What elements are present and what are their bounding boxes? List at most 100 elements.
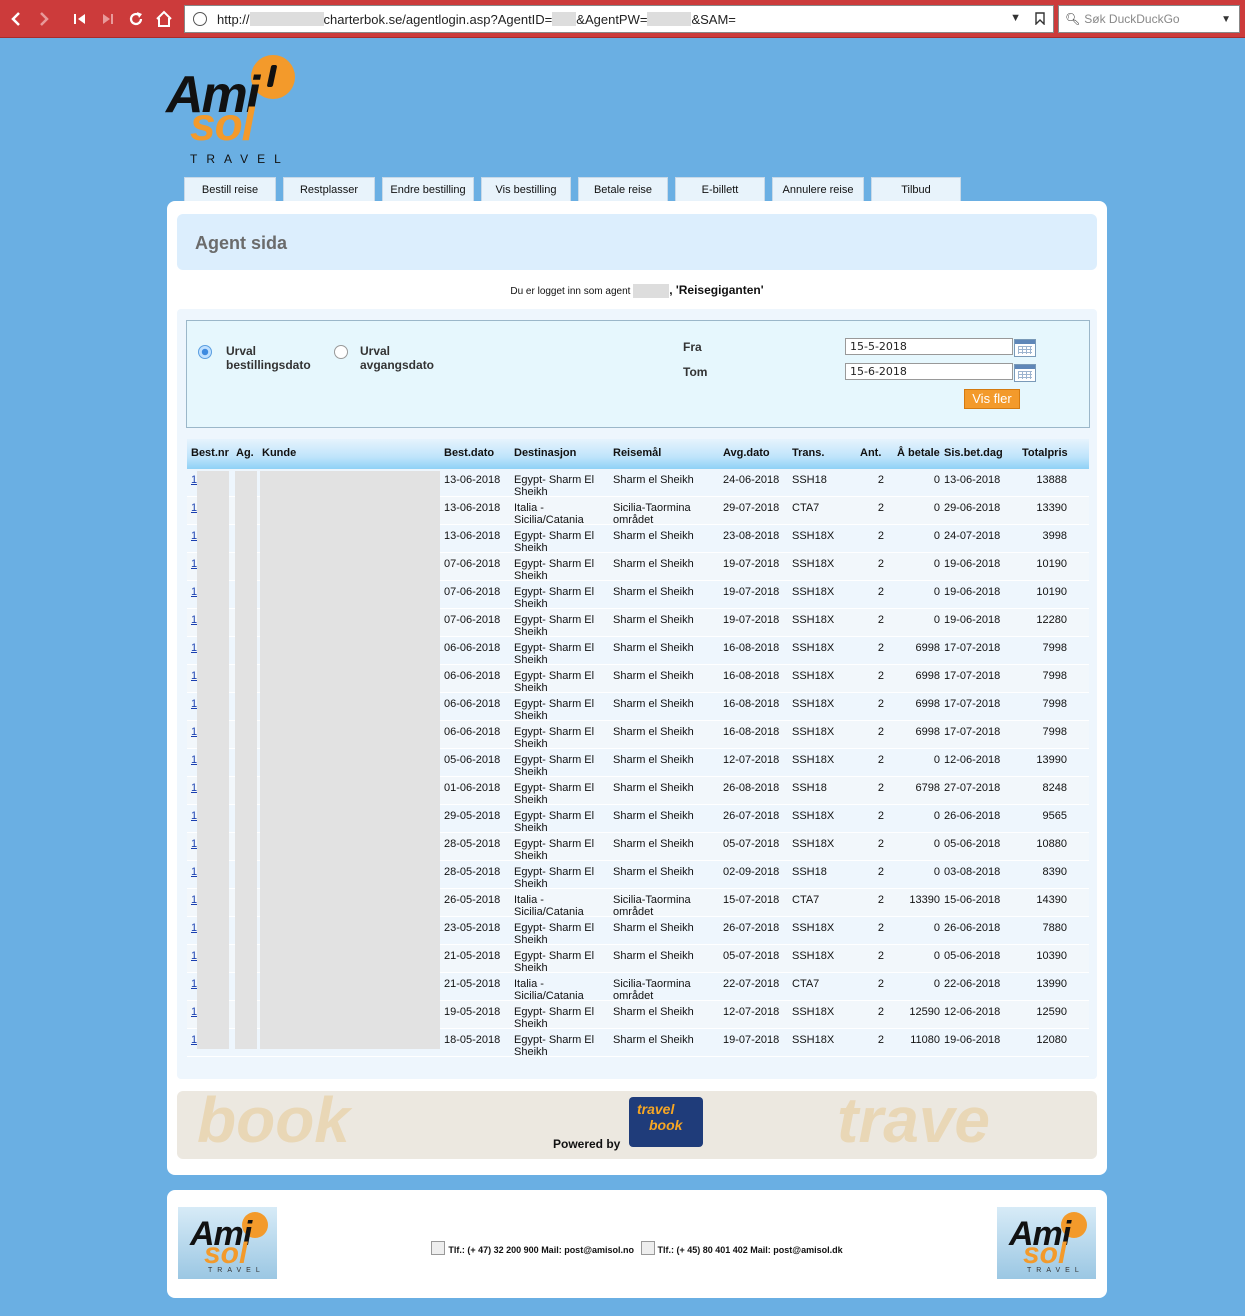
col-avgdato: Avg.dato [723,447,770,459]
login-status: Du er logget inn som agent , 'Reisegigan… [167,283,1107,299]
cell-avgdato: 19-07-2018 [723,614,780,626]
redacted-pw [647,12,692,26]
cell-trans: SSH18X [792,530,835,542]
cell-destinasjon: Italia - Sicilia/Catania [514,894,584,918]
cell-bestdato: 28-05-2018 [444,838,501,850]
cell-sisbetdag: 17-07-2018 [944,698,1001,710]
cell-destinasjon-line1: Italia - [514,502,544,514]
cell-bestdato: 23-05-2018 [444,922,501,934]
cell-destinasjon: Egypt- Sharm El Sheikh [514,558,594,582]
redacted-host [249,12,324,26]
tom-date-input[interactable]: 15-6-2018 [845,363,1013,380]
skip-icon[interactable] [94,6,122,32]
cell-reisemal-line1: Sharm el Sheikh [613,614,694,626]
cell-destinasjon-line1: Egypt- Sharm El [514,950,595,962]
cell-destinasjon: Egypt- Sharm El Sheikh [514,866,594,890]
footer-logo-right: Ami sol TRAVEL [997,1207,1096,1279]
tab-restplasser[interactable]: Restplasser [283,177,375,201]
cell-destinasjon-line1: Egypt- Sharm El [514,670,595,682]
tab-e-billett[interactable]: E-billett [675,177,765,201]
cell-avgdato: 22-07-2018 [723,978,780,990]
cell-trans: SSH18X [792,586,835,598]
cell-abetale: 6998 [915,642,940,654]
tab-endre-bestilling[interactable]: Endre bestilling [382,177,474,201]
tab-betale-reise[interactable]: Betale reise [578,177,668,201]
cell-sisbetdag: 19-06-2018 [944,614,1001,626]
cell-ant: 2 [877,866,884,878]
radio-bestillingsdato[interactable] [198,345,212,359]
tab-vis-bestilling[interactable]: Vis bestilling [481,177,571,201]
first-page-icon[interactable] [66,6,94,32]
col-ant: Ant. [860,447,882,459]
cell-reisemal-line1: Sharm el Sheikh [613,474,694,486]
cell-destinasjon: Egypt- Sharm El Sheikh [514,838,594,862]
cell-ant: 2 [877,530,884,542]
travelbook-logo[interactable]: travel book [629,1097,703,1147]
radio-bestillingsdato-label: Urval bestillingsdato [226,344,311,372]
bookmark-icon[interactable] [1035,12,1045,28]
cell-trans: SSH18X [792,1034,835,1046]
cell-abetale: 0 [933,558,940,570]
cell-reisemal: Sharm el Sheikh [613,1006,694,1018]
cell-destinasjon-line1: Egypt- Sharm El [514,474,595,486]
cell-totalpris: 9565 [1042,810,1067,822]
cell-abetale: 0 [933,838,940,850]
main-nav: Bestill reise Restplasser Endre bestilli… [184,177,961,201]
url-pw: &AgentPW= [576,11,648,27]
back-icon[interactable] [2,6,30,32]
cell-bestdato: 28-05-2018 [444,866,501,878]
cell-destinasjon: Egypt- Sharm El Sheikh [514,642,594,666]
cell-avgdato: 16-08-2018 [723,698,780,710]
cell-trans: SSH18X [792,670,835,682]
cell-reisemal-line1: Sharm el Sheikh [613,866,694,878]
cell-reisemal-line1: Sharm el Sheikh [613,922,694,934]
cell-totalpris: 14390 [1036,894,1067,906]
flag-no-icon [431,1241,446,1255]
cell-totalpris: 10190 [1036,558,1067,570]
fra-date-input[interactable]: 15-5-2018 [845,338,1013,355]
cell-totalpris: 7998 [1042,670,1067,682]
dropdown-arrow-icon[interactable]: ▼ [1010,12,1021,28]
cell-ant: 2 [877,642,884,654]
cell-abetale: 0 [933,614,940,626]
redacted-kunde [260,471,440,1049]
cell-reisemal: Sharm el Sheikh [613,614,694,626]
cell-abetale: 0 [933,502,940,514]
cell-destinasjon-line1: Egypt- Sharm El [514,558,595,570]
cell-destinasjon-line1: Italia - [514,894,544,906]
tab-bestill-reise[interactable]: Bestill reise [184,177,276,201]
cell-avgdato: 24-06-2018 [723,474,780,486]
calendar-icon[interactable] [1014,339,1036,357]
url-prefix: http:// [217,11,250,27]
cell-ant: 2 [877,894,884,906]
forward-icon[interactable] [30,6,58,32]
cell-totalpris: 7998 [1042,726,1067,738]
cell-ant: 2 [877,698,884,710]
search-placeholder: Søk DuckDuckGo [1084,12,1180,26]
vis-fler-button[interactable]: Vis fler [964,389,1020,409]
cell-trans: SSH18X [792,1006,835,1018]
cell-ant: 2 [877,614,884,626]
col-sisbetdag: Sis.bet.dag [944,447,1003,459]
contact-dk: Tlf.: (+ 45) 80 401 402 Mail: post@amiso… [657,1245,843,1255]
cell-avgdato: 16-08-2018 [723,642,780,654]
calendar-icon[interactable] [1014,364,1036,382]
cell-bestdato: 06-06-2018 [444,726,501,738]
address-bar[interactable]: http:// charterbok.se/agentlogin.asp?Age… [184,5,1054,33]
cell-destinasjon-line1: Egypt- Sharm El [514,586,595,598]
globe-icon [193,12,207,26]
tab-annulere-reise[interactable]: Annulere reise [772,177,864,201]
dropdown-arrow-icon[interactable]: ▼ [1221,14,1231,25]
cell-ant: 2 [877,670,884,682]
cell-bestdato: 06-06-2018 [444,670,501,682]
home-icon[interactable] [150,6,178,32]
cell-reisemal-line1: Sharm el Sheikh [613,558,694,570]
cell-abetale: 6798 [915,782,940,794]
cell-bestdato: 18-05-2018 [444,1034,501,1046]
search-input[interactable]: 🔍︎ Søk DuckDuckGo ▼ [1058,5,1240,33]
radio-avgangsdato[interactable] [334,345,348,359]
tab-tilbud[interactable]: Tilbud [871,177,961,201]
cell-trans: SSH18X [792,838,835,850]
reload-icon[interactable] [122,6,150,32]
logo-travel: TRAVEL [208,1267,265,1274]
